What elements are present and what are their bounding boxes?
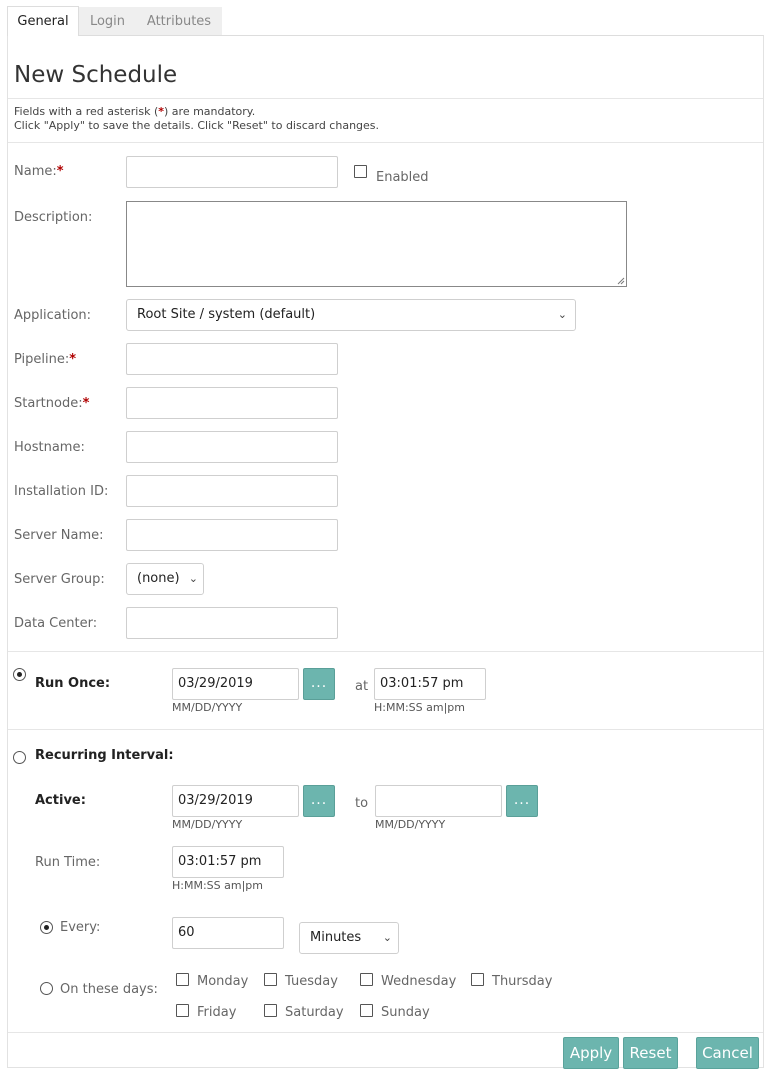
server-name-input[interactable] xyxy=(126,519,338,551)
divider xyxy=(8,98,763,99)
on-these-days-label: On these days: xyxy=(60,982,158,997)
active-to-date-input[interactable] xyxy=(375,785,502,817)
divider xyxy=(8,142,763,143)
day-label-friday: Friday xyxy=(197,1005,237,1020)
run-once-time-input[interactable]: 03:01:57 pm xyxy=(374,668,486,700)
day-checkbox-thursday[interactable] xyxy=(471,973,484,986)
page-title: New Schedule xyxy=(14,62,178,88)
divider xyxy=(8,729,763,730)
name-label: Name:* xyxy=(14,164,64,179)
run-once-radio[interactable] xyxy=(13,668,26,681)
startnode-label: Startnode:* xyxy=(14,396,90,411)
chevron-down-icon: ⌄ xyxy=(188,572,198,585)
run-time-input[interactable]: 03:01:57 pm xyxy=(172,846,284,878)
data-center-label: Data Center: xyxy=(14,616,98,631)
form-panel xyxy=(7,35,764,1068)
day-label-saturday: Saturday xyxy=(285,1005,344,1020)
reset-button[interactable]: Reset xyxy=(623,1037,678,1069)
divider xyxy=(8,1032,763,1033)
cancel-button[interactable]: Cancel xyxy=(696,1037,759,1069)
active-from-date-input[interactable]: 03/29/2019 xyxy=(172,785,299,817)
application-select[interactable]: Root Site / system (default) ⌄ xyxy=(126,299,576,331)
every-input[interactable]: 60 xyxy=(172,917,284,949)
run-once-label: Run Once: xyxy=(35,676,111,691)
day-checkbox-monday[interactable] xyxy=(176,973,189,986)
chevron-down-icon: ⌄ xyxy=(557,308,567,321)
run-time-hint: H:MM:SS am|pm xyxy=(172,879,263,892)
active-from-date-picker-button[interactable]: ... xyxy=(303,785,335,817)
active-label: Active: xyxy=(35,793,86,808)
tab-login[interactable]: Login xyxy=(79,7,136,36)
pipeline-input[interactable] xyxy=(126,343,338,375)
name-input[interactable] xyxy=(126,156,338,188)
at-label: at xyxy=(355,679,369,694)
chevron-down-icon: ⌄ xyxy=(382,931,392,944)
on-these-days-radio[interactable] xyxy=(40,982,53,995)
to-label: to xyxy=(355,796,369,811)
installation-id-label: Installation ID: xyxy=(14,484,109,499)
data-center-input[interactable] xyxy=(126,607,338,639)
apply-reset-help-text: Click "Apply" to save the details. Click… xyxy=(14,119,380,132)
description-label: Description: xyxy=(14,210,93,225)
enabled-label: Enabled xyxy=(376,170,429,185)
server-group-select[interactable]: (none) ⌄ xyxy=(126,563,204,595)
day-label-sunday: Sunday xyxy=(381,1005,430,1020)
day-label-thursday: Thursday xyxy=(492,974,553,989)
day-checkbox-wednesday[interactable] xyxy=(360,973,373,986)
installation-id-input[interactable] xyxy=(126,475,338,507)
day-checkbox-saturday[interactable] xyxy=(264,1004,277,1017)
day-checkbox-tuesday[interactable] xyxy=(264,973,277,986)
run-once-date-hint: MM/DD/YYYY xyxy=(172,701,243,714)
day-label-monday: Monday xyxy=(197,974,249,989)
server-name-label: Server Name: xyxy=(14,528,104,543)
tab-attributes[interactable]: Attributes xyxy=(136,7,222,36)
recurring-interval-label: Recurring Interval: xyxy=(35,748,174,763)
run-once-date-picker-button[interactable]: ... xyxy=(303,668,335,700)
apply-button[interactable]: Apply xyxy=(563,1037,619,1069)
pipeline-label: Pipeline:* xyxy=(14,352,77,367)
day-label-wednesday: Wednesday xyxy=(381,974,457,989)
active-to-date-picker-button[interactable]: ... xyxy=(506,785,538,817)
day-label-tuesday: Tuesday xyxy=(285,974,338,989)
hostname-label: Hostname: xyxy=(14,440,85,455)
description-textarea[interactable] xyxy=(126,201,627,287)
divider xyxy=(8,651,763,652)
startnode-input[interactable] xyxy=(126,387,338,419)
every-label: Every: xyxy=(60,920,101,935)
run-time-label: Run Time: xyxy=(35,855,101,870)
day-checkbox-sunday[interactable] xyxy=(360,1004,373,1017)
resize-handle-icon[interactable] xyxy=(617,277,625,285)
recurring-interval-radio[interactable] xyxy=(13,751,26,764)
active-to-date-hint: MM/DD/YYYY xyxy=(375,818,446,831)
hostname-input[interactable] xyxy=(126,431,338,463)
tab-general[interactable]: General xyxy=(7,6,79,36)
day-checkbox-friday[interactable] xyxy=(176,1004,189,1017)
enabled-checkbox[interactable] xyxy=(354,165,367,178)
interval-unit-select[interactable]: Minutes ⌄ xyxy=(299,922,399,954)
run-once-time-hint: H:MM:SS am|pm xyxy=(374,701,465,714)
application-label: Application: xyxy=(14,308,92,323)
active-from-date-hint: MM/DD/YYYY xyxy=(172,818,243,831)
run-once-date-input[interactable]: 03/29/2019 xyxy=(172,668,299,700)
every-radio[interactable] xyxy=(40,921,53,934)
server-group-label: Server Group: xyxy=(14,572,105,587)
mandatory-help-text: Fields with a red asterisk (*) are manda… xyxy=(14,105,256,118)
